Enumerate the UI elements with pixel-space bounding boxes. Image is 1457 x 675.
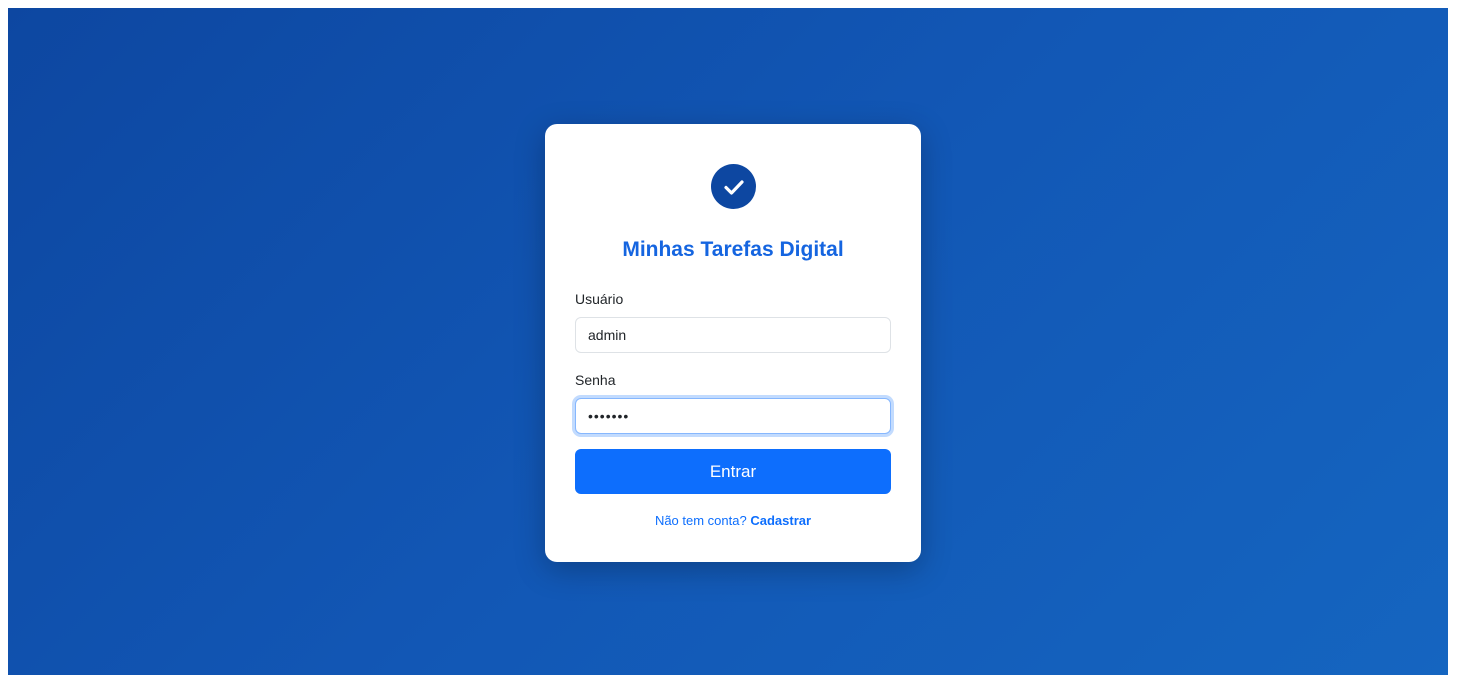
signup-link[interactable]: Cadastrar [750,513,811,528]
login-button[interactable]: Entrar [575,449,891,494]
signup-prompt: Não tem conta? Cadastrar [545,513,921,528]
signup-prompt-text: Não tem conta? [654,513,747,528]
page-background: Minhas Tarefas Digital Usuário Senha Ent… [8,8,1448,675]
check-circle-icon [711,164,756,209]
password-label: Senha [575,372,616,388]
password-input[interactable] [575,398,891,434]
username-input[interactable] [575,317,891,353]
app-title: Minhas Tarefas Digital [622,238,844,261]
username-label: Usuário [575,291,624,307]
login-card: Minhas Tarefas Digital Usuário Senha Ent… [545,124,921,562]
